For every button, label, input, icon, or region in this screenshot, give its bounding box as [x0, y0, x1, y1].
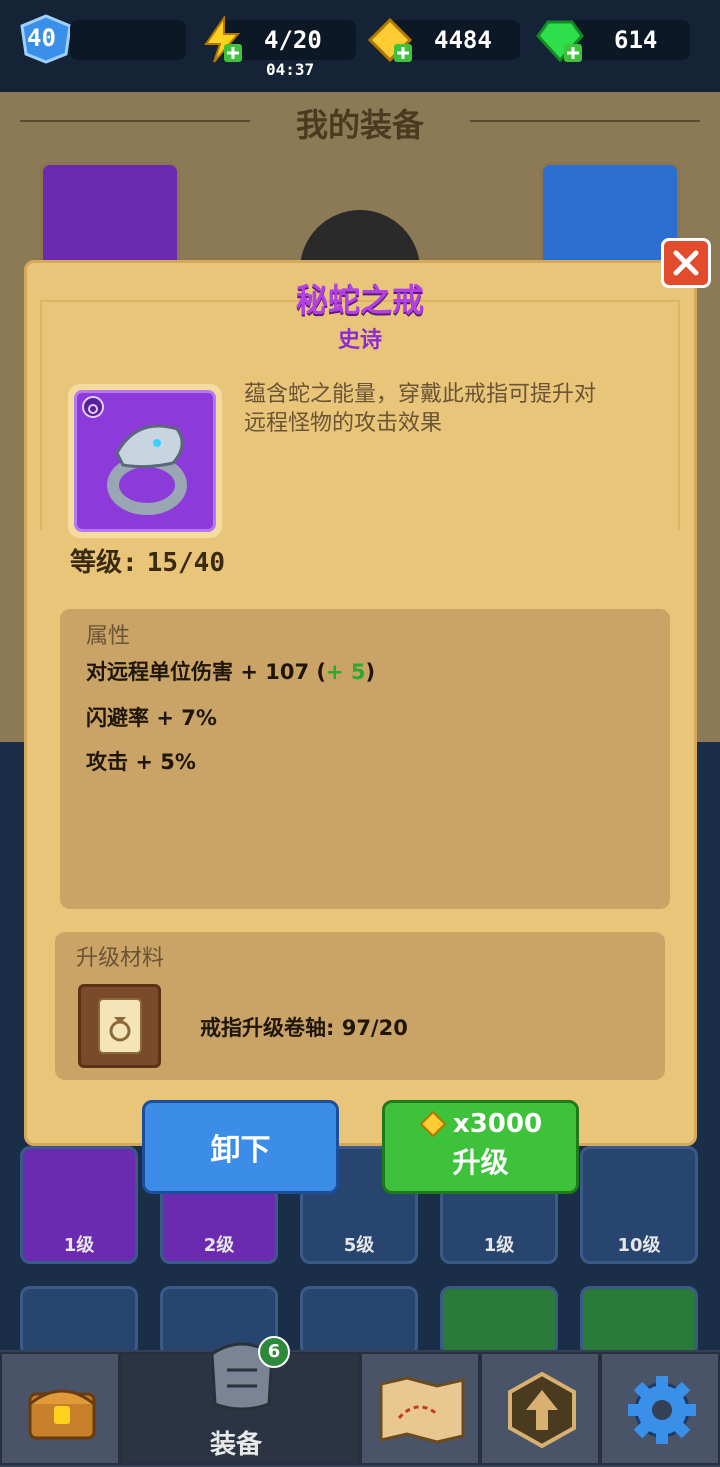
- attribute-name: 对远程单位伤害: [86, 660, 233, 684]
- slot-level-label: 10级: [617, 1235, 661, 1256]
- item-level: 等级: 15/40: [70, 542, 225, 579]
- item-name: 秘蛇之戒: [295, 281, 424, 319]
- inventory-slot[interactable]: [300, 1286, 418, 1356]
- attributes-title: 属性: [86, 624, 131, 649]
- green-gem-icon: [536, 20, 584, 63]
- material-count: 戒指升级卷轴: 97/20: [200, 1016, 408, 1040]
- attribute-name: 攻击: [86, 750, 128, 774]
- inventory-slot[interactable]: 10级: [580, 1146, 698, 1264]
- equipment-badge-count: 6: [267, 1341, 281, 1362]
- item-description: 蕴含蛇之能量，穿戴此戒指可提升对 远程怪物的攻击效果: [244, 380, 664, 438]
- ring-scroll-icon: [78, 984, 161, 1068]
- player-level: 40: [27, 24, 56, 52]
- upgrade-button[interactable]: x3000 升级: [382, 1100, 579, 1194]
- scroll-icon: [98, 998, 142, 1054]
- treasure-chest-icon: [28, 1389, 96, 1440]
- equipped-armor-slot[interactable]: [540, 162, 680, 272]
- player-xp-bar: [70, 20, 186, 60]
- gem-value: 614: [614, 26, 658, 54]
- energy-value: 4/20: [264, 26, 322, 54]
- description-line: 远程怪物的攻击效果: [244, 411, 443, 436]
- slot-level-label: 1级: [63, 1235, 95, 1256]
- nav-settings[interactable]: [600, 1352, 720, 1465]
- unequip-button[interactable]: 卸下: [142, 1100, 339, 1194]
- item-rarity: 史诗: [337, 328, 382, 353]
- equipped-bow-slot[interactable]: [40, 162, 180, 272]
- level-label: 等级:: [70, 548, 138, 578]
- title-divider-left: [20, 120, 250, 122]
- gear-icon: [628, 1376, 696, 1444]
- inventory-slot[interactable]: [580, 1286, 698, 1356]
- attribute-name: 闪避率: [86, 706, 149, 730]
- upgrade-arrow-icon: [508, 1371, 576, 1449]
- inventory-slot[interactable]: [20, 1286, 138, 1356]
- gem-add-icon[interactable]: [536, 16, 586, 64]
- level-value: 15/40: [146, 548, 225, 578]
- player-level-badge[interactable]: 40: [18, 14, 74, 64]
- energy-timer: 04:37: [266, 60, 315, 79]
- slot-level-label: 1级: [483, 1235, 515, 1256]
- nav-upgrade[interactable]: [480, 1352, 600, 1465]
- attribute-bonus: + 5: [325, 660, 366, 684]
- unequip-label: 卸下: [210, 1133, 271, 1168]
- nav-equipment[interactable]: 6 装备: [120, 1336, 360, 1465]
- attribute-row: 对远程单位伤害 + 107 (+ 5): [86, 656, 375, 686]
- slot-level-label: 2级: [203, 1235, 235, 1256]
- gold-value: 4484: [434, 26, 492, 54]
- attribute-close: ): [365, 660, 376, 684]
- title-divider-right: [470, 120, 700, 122]
- materials-title: 升级材料: [76, 946, 165, 971]
- item-icon: [74, 390, 216, 532]
- slot-level-label: 5级: [343, 1235, 375, 1256]
- inventory-slot[interactable]: [440, 1286, 558, 1356]
- map-icon: [379, 1376, 465, 1444]
- screen-title: 我的装备: [295, 106, 424, 144]
- attribute-row: 攻击 + 5%: [86, 746, 196, 776]
- close-icon: [673, 250, 699, 276]
- attribute-row: 闪避率 + 7%: [86, 702, 217, 732]
- upgrade-cost: x3000: [452, 1109, 543, 1139]
- equipment-nav-label: 装备: [210, 1430, 263, 1460]
- description-line: 蕴含蛇之能量，穿戴此戒指可提升对: [244, 382, 597, 407]
- nav-shop[interactable]: [0, 1352, 120, 1465]
- inventory-slot[interactable]: 1级: [20, 1146, 138, 1264]
- energy-add-icon[interactable]: [198, 14, 246, 64]
- attribute-value: + 7%: [156, 706, 217, 730]
- gold-add-icon[interactable]: [366, 16, 416, 64]
- gold-diamond-icon: [419, 1110, 447, 1138]
- gold-diamond-icon: [367, 17, 413, 63]
- attribute-value: + 107 (: [240, 660, 326, 684]
- attribute-value: + 5%: [135, 750, 196, 774]
- upgrade-cost-row: x3000: [385, 1109, 576, 1139]
- nav-map[interactable]: [360, 1352, 480, 1465]
- lightning-icon: [204, 14, 242, 63]
- snake-ring-icon: [82, 396, 187, 515]
- upgrade-label: 升级: [452, 1146, 509, 1179]
- equipment-badge: 6: [258, 1336, 290, 1368]
